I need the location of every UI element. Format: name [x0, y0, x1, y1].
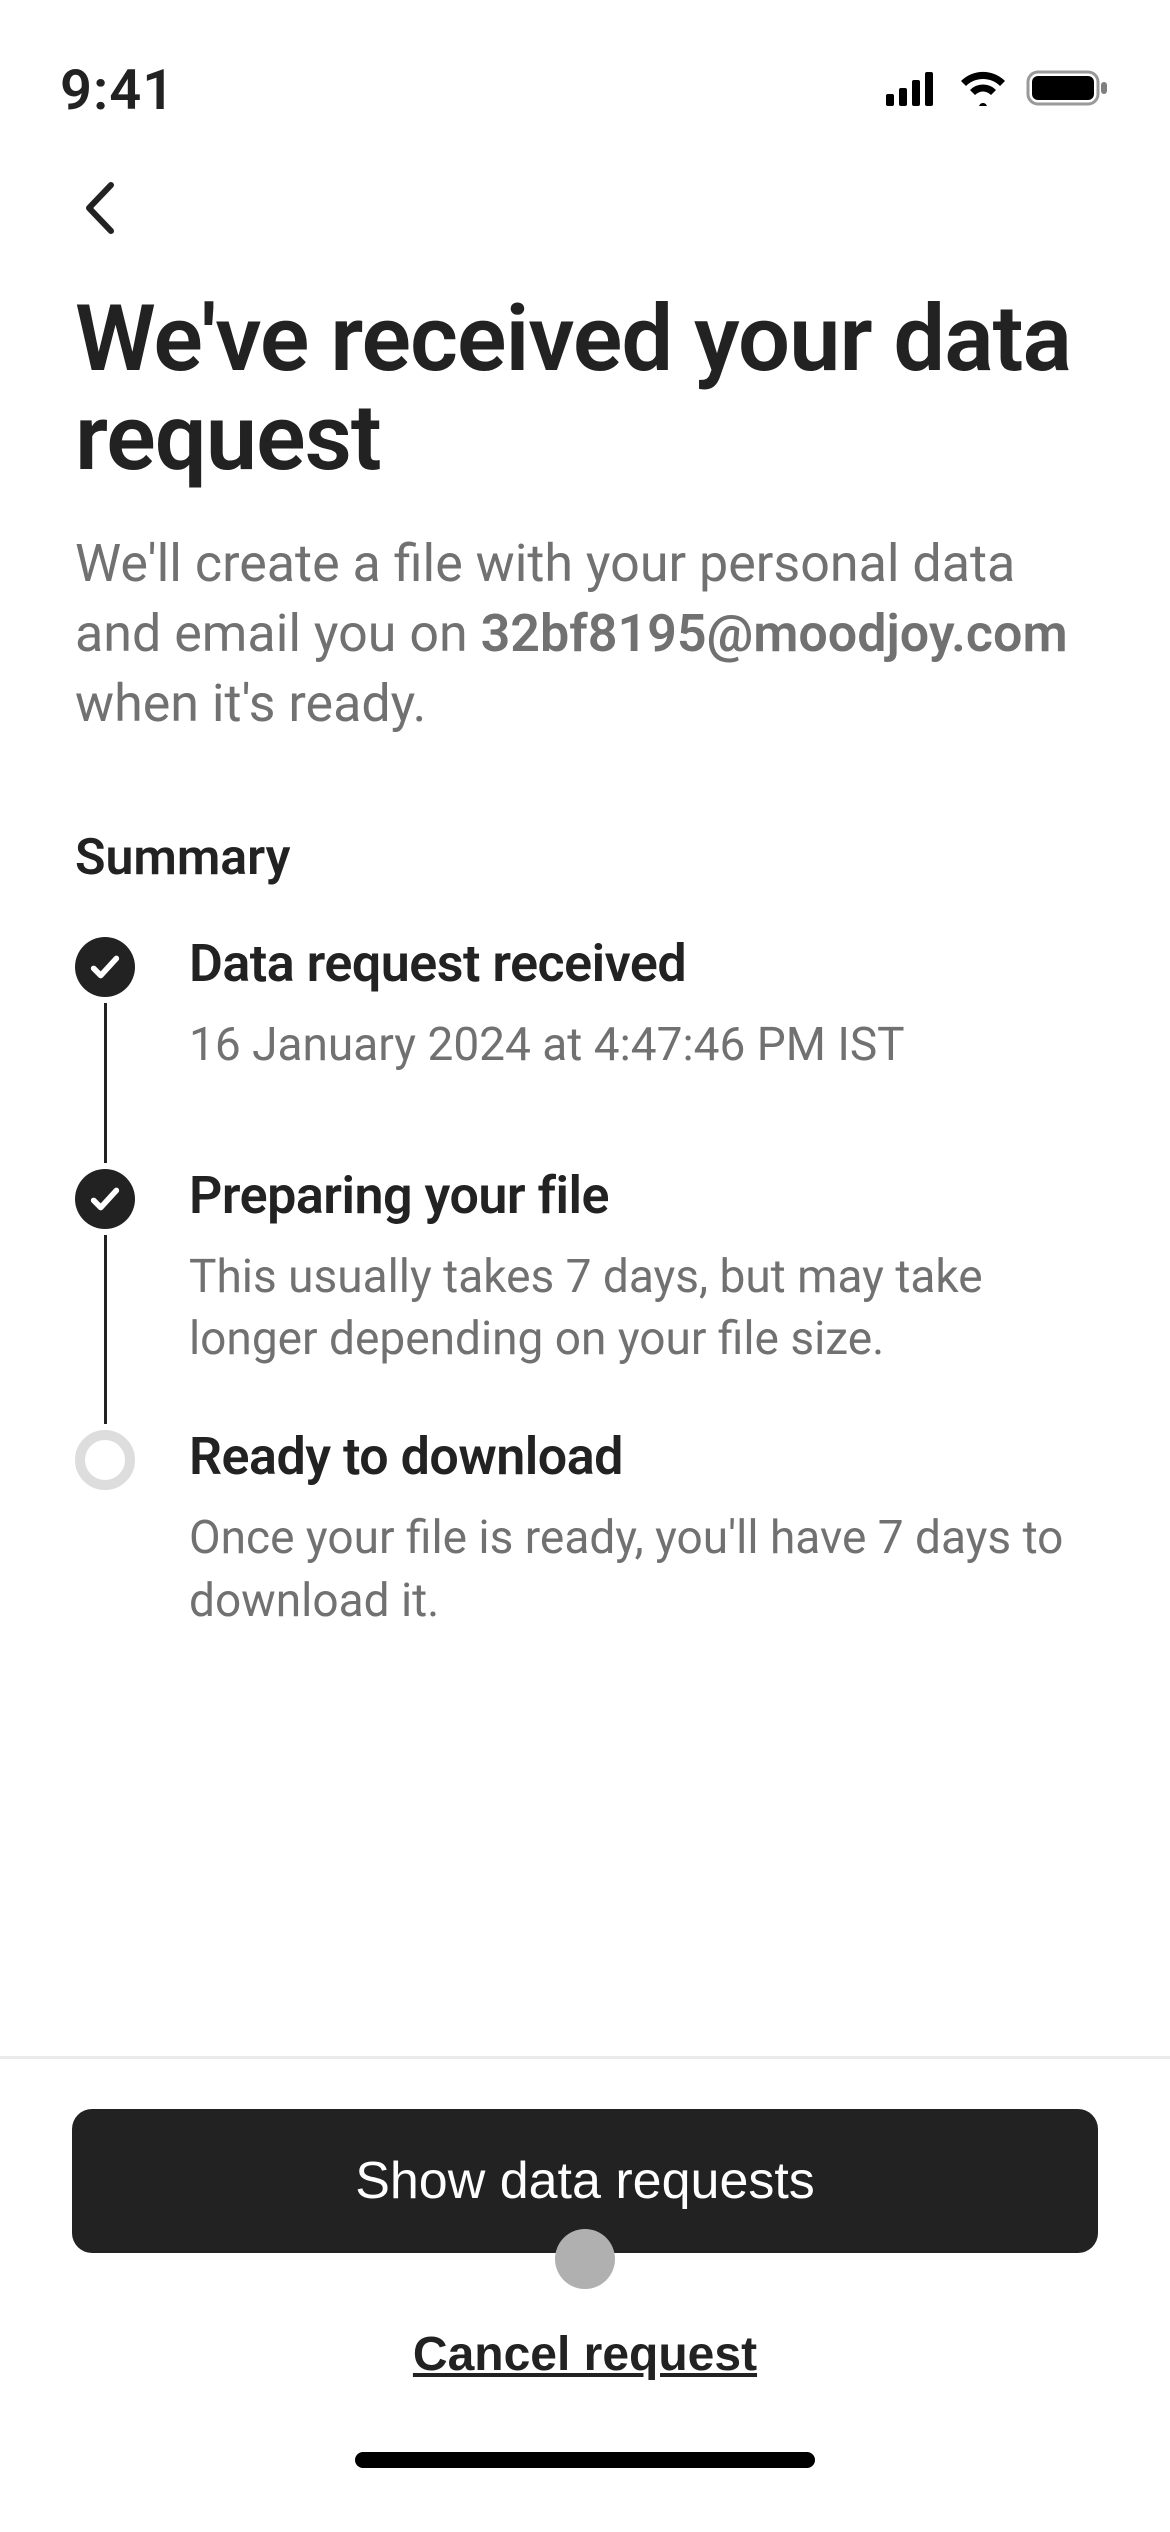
screen: 9:41 We've received your data request We… — [0, 0, 1170, 2532]
step-desc: This usually takes 7 days, but may take … — [189, 1246, 1095, 1370]
cellular-icon — [886, 70, 940, 110]
chevron-left-icon — [83, 181, 117, 239]
subtitle-post: when it's ready. — [75, 673, 426, 734]
checkmark-done-icon — [75, 937, 135, 997]
step-desc: Once your file is ready, you'll have 7 d… — [189, 1507, 1095, 1631]
step-title: Ready to download — [189, 1426, 1095, 1487]
home-indicator[interactable] — [355, 2452, 815, 2468]
timeline-step: Ready to download Once your file is read… — [75, 1430, 1095, 1691]
step-connector — [104, 1235, 107, 1424]
show-data-requests-button[interactable]: Show data requests — [72, 2109, 1098, 2253]
subtitle-email: 32bf8195@moodjoy.com — [481, 603, 1068, 664]
content: We've received your data request We'll c… — [0, 260, 1170, 2056]
step-body: Preparing your file This usually takes 7… — [189, 1169, 1095, 1430]
step-title: Preparing your file — [189, 1165, 1095, 1226]
timeline: Data request received 16 January 2024 at… — [75, 937, 1095, 1691]
status-time: 9:41 — [60, 57, 175, 123]
status-bar: 9:41 — [0, 0, 1170, 140]
nav-bar — [0, 140, 1170, 260]
timeline-step: Data request received 16 January 2024 at… — [75, 937, 1095, 1169]
cancel-request-button[interactable]: Cancel request — [413, 2327, 757, 2382]
touch-indicator-icon — [555, 2229, 615, 2289]
wifi-icon — [958, 70, 1008, 110]
primary-button-label: Show data requests — [355, 2152, 815, 2210]
step-indicator-col — [75, 1430, 135, 1691]
status-icons — [886, 68, 1110, 112]
step-connector — [104, 1003, 107, 1163]
page-subtitle: We'll create a file with your personal d… — [75, 529, 1095, 740]
step-indicator-col — [75, 1169, 135, 1430]
summary-heading: Summary — [75, 829, 1095, 887]
step-desc: 16 January 2024 at 4:47:46 PM IST — [189, 1014, 1095, 1076]
timeline-step: Preparing your file This usually takes 7… — [75, 1169, 1095, 1430]
step-indicator-col — [75, 937, 135, 1169]
page-title: We've received your data request — [75, 290, 1095, 489]
step-body: Data request received 16 January 2024 at… — [189, 937, 1095, 1169]
checkmark-done-icon — [75, 1169, 135, 1229]
step-title: Data request received — [189, 933, 1095, 994]
step-body: Ready to download Once your file is read… — [189, 1430, 1095, 1691]
back-button[interactable] — [70, 180, 130, 240]
circle-pending-icon — [75, 1430, 135, 1490]
battery-icon — [1026, 68, 1110, 112]
bottom-bar: Show data requests Cancel request — [0, 2056, 1170, 2532]
